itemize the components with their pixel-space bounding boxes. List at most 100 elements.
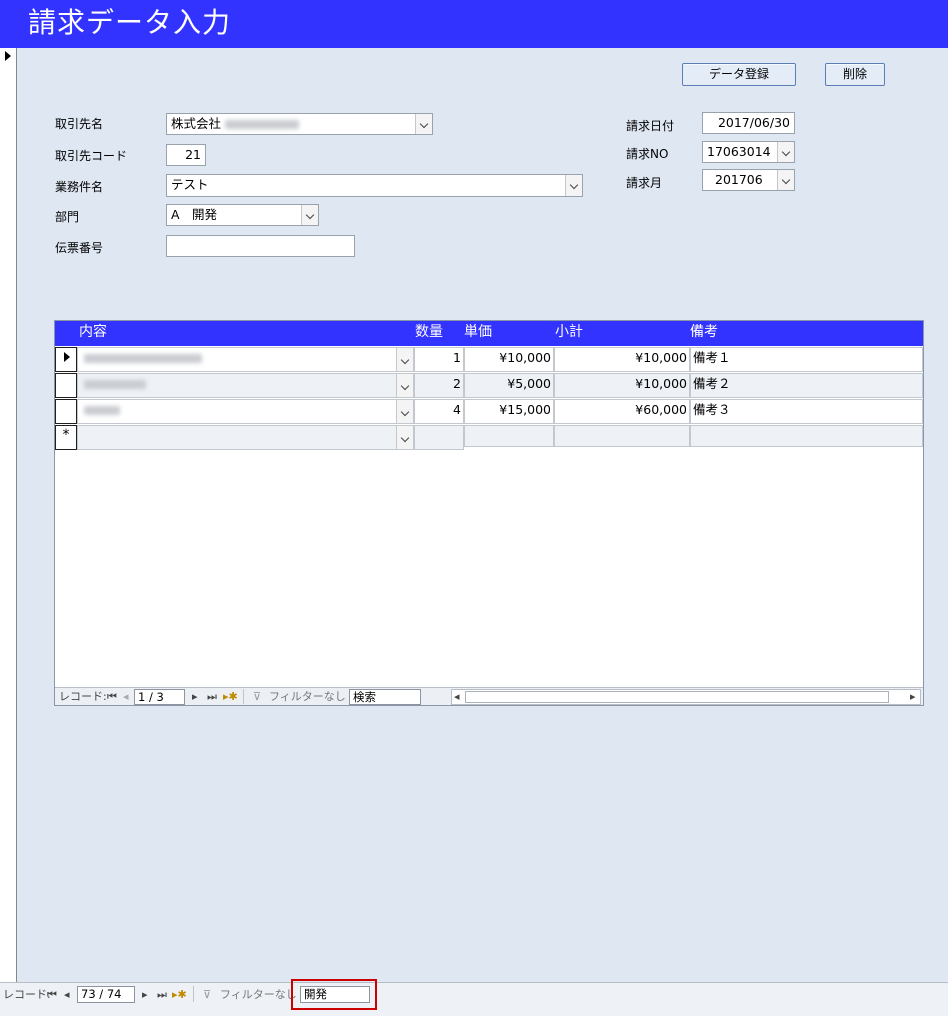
new-content-combo[interactable] xyxy=(77,425,414,450)
chevron-down-icon xyxy=(781,175,791,185)
first-record-icon[interactable]: ⏮ xyxy=(47,987,57,1003)
prev-record-icon[interactable]: ◂ xyxy=(64,987,70,1003)
content-combo[interactable] xyxy=(77,347,414,372)
chevron-down-icon xyxy=(419,119,429,129)
redacted-text xyxy=(84,354,202,363)
scroll-left-icon[interactable]: ◂ xyxy=(454,689,460,705)
chevron-down-icon xyxy=(400,433,410,443)
content-combo[interactable] xyxy=(77,399,414,424)
invoice-month-label: 請求月 xyxy=(626,176,663,190)
subform-nav-bar: レコード: ⏮ ◂ 1 / 3 ▸ ⏭ ▸✱ ⊽ フィルターなし 検索 ◂ ▸ xyxy=(55,687,923,705)
delete-button[interactable]: 削除 xyxy=(825,63,885,86)
scroll-right-icon[interactable]: ▸ xyxy=(910,689,916,705)
project-dropdown-button[interactable] xyxy=(565,175,582,196)
invoice-month-dropdown-button[interactable] xyxy=(777,170,794,190)
project-label: 業務件名 xyxy=(55,180,104,194)
chevron-down-icon xyxy=(400,355,410,365)
subform-record-position[interactable]: 1 / 3 xyxy=(134,689,185,705)
row-selector[interactable] xyxy=(55,373,77,398)
unit-price-cell[interactable]: ¥10,000 xyxy=(464,347,554,372)
filter-icon[interactable]: ⊽ xyxy=(253,689,261,705)
redacted-text xyxy=(84,380,146,389)
redacted-text xyxy=(84,406,120,415)
chevron-down-icon xyxy=(400,407,410,417)
record-selector-strip[interactable] xyxy=(0,48,17,982)
new-note-cell[interactable] xyxy=(690,425,923,447)
project-combo[interactable]: テスト xyxy=(166,174,583,197)
unit-price-cell[interactable]: ¥15,000 xyxy=(464,399,554,424)
subform-header: 内容 数量 単価 小計 備考 xyxy=(55,321,923,346)
qty-cell[interactable]: 4 xyxy=(414,399,464,424)
last-record-icon[interactable]: ⏭ xyxy=(207,689,217,705)
dept-label: 部門 xyxy=(55,210,80,224)
header-subtotal: 小計 xyxy=(555,324,583,340)
new-subtotal-cell[interactable] xyxy=(554,425,690,447)
slip-label: 伝票番号 xyxy=(55,241,104,255)
client-name-combo[interactable]: 株式会社 xyxy=(166,113,433,135)
dept-combo[interactable]: A 開発 xyxy=(166,204,319,226)
new-record-icon[interactable]: ▸✱ xyxy=(172,987,187,1003)
qty-cell[interactable]: 1 xyxy=(414,347,464,372)
horizontal-scrollbar[interactable]: ◂ ▸ xyxy=(451,689,921,705)
form-title: 請求データ入力 xyxy=(28,6,232,39)
main-filter-label[interactable]: フィルターなし xyxy=(220,987,297,1003)
header-qty: 数量 xyxy=(415,324,443,340)
invoice-no-dropdown-button[interactable] xyxy=(777,142,794,162)
subtotal-cell[interactable]: ¥10,000 xyxy=(554,347,690,372)
subform-filter-label[interactable]: フィルターなし xyxy=(269,689,346,705)
new-record-icon[interactable]: ▸✱ xyxy=(223,689,238,705)
note-cell[interactable]: 備考２ xyxy=(690,373,923,398)
chevron-down-icon xyxy=(569,180,579,190)
header-unit-price: 単価 xyxy=(464,324,492,340)
invoice-date-field[interactable]: 2017/06/30 xyxy=(702,112,795,134)
new-qty-cell[interactable] xyxy=(414,425,464,450)
nav-divider xyxy=(193,986,194,1002)
redacted-text xyxy=(225,120,299,129)
note-cell[interactable]: 備考１ xyxy=(690,347,923,372)
filter-icon[interactable]: ⊽ xyxy=(203,987,211,1003)
nav-divider xyxy=(243,689,244,704)
current-row-icon xyxy=(64,352,70,362)
subform-search-box[interactable]: 検索 xyxy=(349,689,421,705)
new-content-dropdown-button[interactable] xyxy=(396,426,413,449)
chevron-down-icon xyxy=(305,210,315,220)
client-name-value: 株式会社 xyxy=(171,116,222,131)
main-record-label: レコード: xyxy=(3,988,51,1001)
first-record-icon[interactable]: ⏮ xyxy=(107,689,117,705)
main-record-position[interactable]: 73 / 74 xyxy=(77,986,135,1003)
next-record-icon[interactable]: ▸ xyxy=(192,689,198,705)
slip-number-field[interactable] xyxy=(166,235,355,257)
register-button[interactable]: データ登録 xyxy=(682,63,796,86)
row-selector[interactable] xyxy=(55,399,77,424)
row-selector[interactable] xyxy=(55,347,77,372)
dept-dropdown-button[interactable] xyxy=(301,205,318,225)
chevron-down-icon xyxy=(400,381,410,391)
header-note: 備考 xyxy=(690,324,718,340)
subform-record-label: レコード: xyxy=(59,690,107,703)
content-combo[interactable] xyxy=(77,373,414,398)
detail-subform: 内容 数量 単価 小計 備考 1 ¥10,000 ¥10,000 備考１ 2 ¥… xyxy=(54,320,924,706)
client-code-field[interactable]: 21 xyxy=(166,144,206,166)
content-dropdown-button[interactable] xyxy=(396,400,413,423)
qty-cell[interactable]: 2 xyxy=(414,373,464,398)
invoice-date-label: 請求日付 xyxy=(626,119,675,133)
next-record-icon[interactable]: ▸ xyxy=(142,987,148,1003)
client-code-label: 取引先コード xyxy=(55,149,128,163)
unit-price-cell[interactable]: ¥5,000 xyxy=(464,373,554,398)
prev-record-icon[interactable]: ◂ xyxy=(123,689,129,705)
client-name-dropdown-button[interactable] xyxy=(415,114,432,134)
main-nav-bar: レコード: ⏮ ◂ 73 / 74 ▸ ⏭ ▸✱ ⊽ フィルターなし 開発 xyxy=(0,979,948,1016)
new-unit-price-cell[interactable] xyxy=(464,425,554,447)
content-dropdown-button[interactable] xyxy=(396,374,413,397)
main-search-box[interactable]: 開発 xyxy=(300,986,370,1003)
scrollbar-thumb[interactable] xyxy=(465,691,889,703)
new-row-selector[interactable]: * xyxy=(55,425,77,450)
subtotal-cell[interactable]: ¥60,000 xyxy=(554,399,690,424)
last-record-icon[interactable]: ⏭ xyxy=(157,987,167,1003)
note-cell[interactable]: 備考３ xyxy=(690,399,923,424)
subtotal-cell[interactable]: ¥10,000 xyxy=(554,373,690,398)
current-record-icon xyxy=(5,51,11,61)
content-dropdown-button[interactable] xyxy=(396,348,413,371)
header-content: 内容 xyxy=(79,324,107,340)
invoice-no-label: 請求NO xyxy=(626,147,669,161)
